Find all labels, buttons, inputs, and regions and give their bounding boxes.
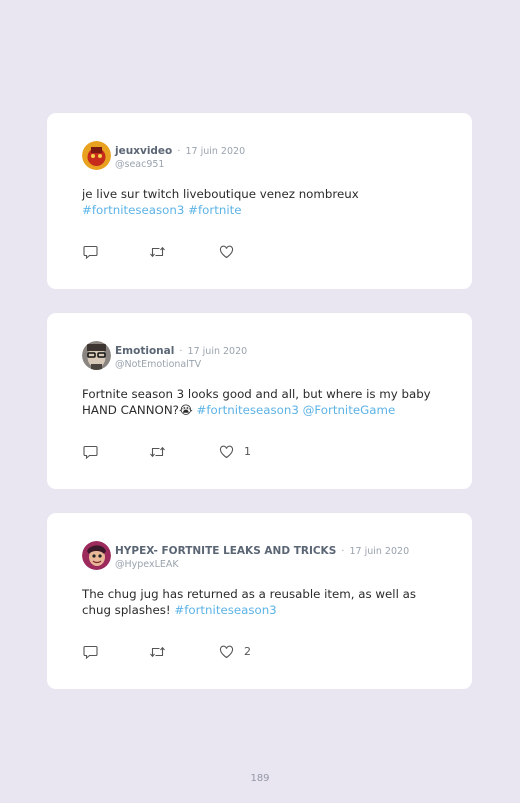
- tweet-actions: [82, 245, 282, 261]
- heart-icon: [219, 245, 234, 259]
- reply-icon: [83, 445, 98, 459]
- tweet-text: je live sur twitch liveboutique venez no…: [82, 187, 442, 218]
- page-number: 189: [250, 773, 270, 784]
- retweet-button[interactable]: [149, 645, 166, 659]
- tweet-card: Emotional · 17 juin 2020 @NotEmotionalTV…: [47, 313, 472, 489]
- reply-button[interactable]: [83, 245, 98, 259]
- author-handle[interactable]: @seac951: [115, 158, 245, 171]
- reply-button[interactable]: [83, 645, 98, 659]
- separator-dot: ·: [179, 346, 183, 357]
- reply-button[interactable]: [83, 445, 98, 459]
- reply-icon: [83, 645, 98, 659]
- crying-emoji: 😭: [178, 402, 193, 417]
- author-handle[interactable]: @NotEmotionalTV: [115, 358, 247, 371]
- author-name[interactable]: jeuxvideo: [115, 145, 172, 157]
- retweet-icon: [150, 646, 165, 658]
- tweet-text: The chug jug has returned as a reusable …: [82, 587, 442, 618]
- author-handle[interactable]: @HypexLEAK: [115, 558, 409, 571]
- like-button[interactable]: [219, 245, 244, 259]
- tweet-text-body: je live sur twitch liveboutique venez no…: [82, 187, 359, 201]
- tweet-card: jeuxvideo · 17 juin 2020 @seac951 je liv…: [47, 113, 472, 289]
- tweet-actions: 2: [82, 645, 282, 661]
- author-name[interactable]: HYPEX- FORTNITE LEAKS AND TRICKS: [115, 545, 336, 557]
- tweet-date[interactable]: 17 juin 2020: [349, 546, 409, 557]
- tweet-card: HYPEX- FORTNITE LEAKS AND TRICKS · 17 ju…: [47, 513, 472, 689]
- retweet-button[interactable]: [149, 445, 166, 459]
- tweet-header: jeuxvideo · 17 juin 2020 @seac951: [82, 141, 245, 171]
- tweet-date[interactable]: 17 juin 2020: [188, 346, 248, 357]
- avatar[interactable]: [82, 141, 111, 170]
- separator-dot: ·: [177, 146, 181, 157]
- like-count: 2: [244, 645, 251, 658]
- retweet-icon: [150, 446, 165, 458]
- heart-icon: [219, 645, 234, 659]
- reply-icon: [83, 245, 98, 259]
- hashtag-link[interactable]: #fortnite: [188, 203, 241, 217]
- retweet-icon: [150, 246, 165, 258]
- hashtag-link[interactable]: #fortniteseason3: [174, 603, 276, 617]
- tweet-text: Fortnite season 3 looks good and all, bu…: [82, 387, 442, 418]
- mention-link[interactable]: @FortniteGame: [303, 403, 396, 417]
- like-count: 1: [244, 445, 251, 458]
- heart-icon: [219, 445, 234, 459]
- tweet-header: HYPEX- FORTNITE LEAKS AND TRICKS · 17 ju…: [82, 541, 409, 571]
- tweet-header: Emotional · 17 juin 2020 @NotEmotionalTV: [82, 341, 247, 371]
- hashtag-link[interactable]: #fortniteseason3: [196, 403, 298, 417]
- retweet-button[interactable]: [149, 245, 166, 259]
- like-button[interactable]: 2: [219, 645, 251, 659]
- avatar[interactable]: [82, 341, 111, 370]
- hashtag-link[interactable]: #fortniteseason3: [82, 203, 184, 217]
- separator-dot: ·: [341, 546, 345, 557]
- tweet-actions: 1: [82, 445, 282, 461]
- like-button[interactable]: 1: [219, 445, 251, 459]
- tweet-date[interactable]: 17 juin 2020: [185, 146, 245, 157]
- author-name[interactable]: Emotional: [115, 345, 174, 357]
- avatar[interactable]: [82, 541, 111, 570]
